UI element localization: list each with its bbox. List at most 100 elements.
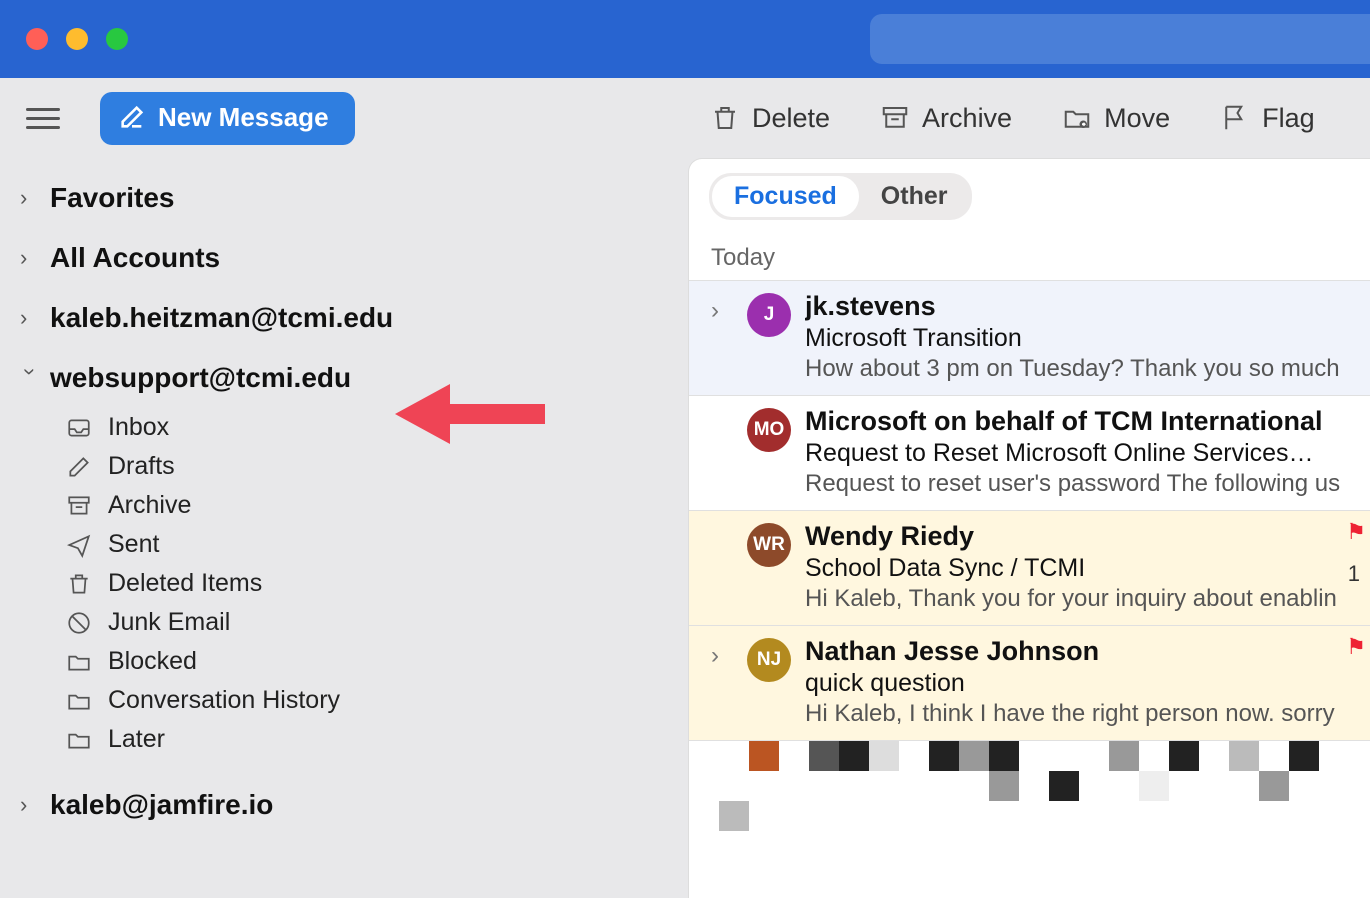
window-controls <box>26 28 128 50</box>
email-subject: School Data Sync / TCMI <box>805 552 1370 583</box>
email-preview: Hi Kaleb, Thank you for your inquiry abo… <box>805 583 1370 613</box>
folder-drafts[interactable]: Drafts <box>66 447 668 486</box>
trash-icon <box>66 571 92 597</box>
all-accounts-label: All Accounts <box>50 242 220 274</box>
message-pane: Focused Other Today › J jk.stevens Micro… <box>688 158 1370 898</box>
folder-label: Conversation History <box>108 686 340 715</box>
main-area: › Favorites › All Accounts › kaleb.heitz… <box>0 158 1370 898</box>
annotation-arrow <box>395 378 545 455</box>
folder-label: Drafts <box>108 452 175 481</box>
move-button[interactable]: Move <box>1062 103 1170 134</box>
close-window-button[interactable] <box>26 28 48 50</box>
avatar: MO <box>747 408 791 452</box>
email-subject: quick question <box>805 667 1370 698</box>
move-label: Move <box>1104 103 1170 134</box>
flag-icon: ⚑ <box>1346 519 1366 545</box>
titlebar <box>0 0 1370 78</box>
junk-icon <box>66 610 92 636</box>
folder-label: Deleted Items <box>108 569 262 598</box>
folder-icon <box>66 727 92 753</box>
flag-icon: ⚑ <box>1346 634 1366 660</box>
sidebar-account-2[interactable]: › kaleb@jamfire.io <box>20 775 668 835</box>
email-item[interactable]: WR Wendy Riedy School Data Sync / TCMI H… <box>689 510 1370 625</box>
chevron-right-icon: › <box>20 792 40 818</box>
spacer <box>711 521 733 613</box>
folder-later[interactable]: Later <box>66 720 668 759</box>
inbox-tabs: Focused Other <box>689 159 1370 220</box>
favorites-label: Favorites <box>50 182 175 214</box>
email-sender: jk.stevens <box>805 291 1370 322</box>
archive-icon <box>880 103 910 133</box>
hamburger-icon[interactable] <box>26 108 60 129</box>
new-message-label: New Message <box>158 102 329 133</box>
avatar: J <box>747 293 791 337</box>
sidebar-favorites[interactable]: › Favorites <box>20 168 668 228</box>
chevron-right-icon[interactable]: › <box>711 291 733 383</box>
chevron-right-icon: › <box>20 185 40 211</box>
flag-button[interactable]: Flag <box>1220 103 1315 134</box>
inbox-icon <box>66 415 92 441</box>
archive-button[interactable]: Archive <box>880 103 1012 134</box>
folder-inbox[interactable]: Inbox <box>66 408 668 447</box>
redacted-content <box>689 740 1370 880</box>
drafts-icon <box>66 454 92 480</box>
folder-label: Blocked <box>108 647 197 676</box>
trash-icon <box>710 103 740 133</box>
search-input[interactable] <box>870 14 1370 64</box>
fullscreen-window-button[interactable] <box>106 28 128 50</box>
folder-label: Junk Email <box>108 608 230 637</box>
sidebar-all-accounts[interactable]: › All Accounts <box>20 228 668 288</box>
email-sender: Nathan Jesse Johnson <box>805 636 1370 667</box>
spacer <box>711 406 733 498</box>
sidebar-account-1[interactable]: › websupport@tcmi.edu <box>20 348 668 408</box>
folder-junk[interactable]: Junk Email <box>66 603 668 642</box>
folder-label: Later <box>108 725 165 754</box>
email-count: 1 <box>1348 561 1360 587</box>
folder-deleted[interactable]: Deleted Items <box>66 564 668 603</box>
chevron-right-icon: › <box>20 305 40 331</box>
folder-label: Inbox <box>108 413 169 442</box>
account-email-label: kaleb.heitzman@tcmi.edu <box>50 302 393 334</box>
tab-focused[interactable]: Focused <box>712 176 859 217</box>
avatar: NJ <box>747 638 791 682</box>
chevron-down-icon: › <box>17 368 43 388</box>
email-preview: Request to reset user's password The fol… <box>805 468 1370 498</box>
folder-blocked[interactable]: Blocked <box>66 642 668 681</box>
top-toolbar: New Message Delete Archive Move Flag <box>0 78 1370 158</box>
email-preview: Hi Kaleb, I think I have the right perso… <box>805 698 1370 728</box>
flag-icon <box>1220 103 1250 133</box>
avatar: WR <box>747 523 791 567</box>
minimize-window-button[interactable] <box>66 28 88 50</box>
sidebar: › Favorites › All Accounts › kaleb.heitz… <box>0 158 688 898</box>
archive-label: Archive <box>922 103 1012 134</box>
flag-label: Flag <box>1262 103 1315 134</box>
folder-archive[interactable]: Archive <box>66 486 668 525</box>
delete-button[interactable]: Delete <box>710 103 830 134</box>
delete-label: Delete <box>752 103 830 134</box>
email-item[interactable]: MO Microsoft on behalf of TCM Internatio… <box>689 395 1370 510</box>
new-message-button[interactable]: New Message <box>100 92 355 145</box>
email-preview: How about 3 pm on Tuesday? Thank you so … <box>805 353 1370 383</box>
email-item[interactable]: › NJ Nathan Jesse Johnson quick question… <box>689 625 1370 740</box>
tab-other[interactable]: Other <box>859 176 970 217</box>
sidebar-account-0[interactable]: › kaleb.heitzman@tcmi.edu <box>20 288 668 348</box>
compose-icon <box>118 103 146 131</box>
section-today: Today <box>689 220 1370 280</box>
folder-label: Archive <box>108 491 191 520</box>
email-subject: Request to Reset Microsoft Online Servic… <box>805 437 1370 468</box>
chevron-right-icon[interactable]: › <box>711 636 733 728</box>
email-sender: Wendy Riedy <box>805 521 1370 552</box>
email-item[interactable]: › J jk.stevens Microsoft Transition How … <box>689 280 1370 395</box>
folder-label: Sent <box>108 530 159 559</box>
folder-sent[interactable]: Sent <box>66 525 668 564</box>
folder-conversation-history[interactable]: Conversation History <box>66 681 668 720</box>
email-subject: Microsoft Transition <box>805 322 1370 353</box>
folder-list: Inbox Drafts Archive Sent Deleted Items … <box>20 408 668 759</box>
account-email-label: websupport@tcmi.edu <box>50 362 351 394</box>
folder-icon <box>66 688 92 714</box>
email-sender: Microsoft on behalf of TCM International <box>805 406 1370 437</box>
chevron-right-icon: › <box>20 245 40 271</box>
move-icon <box>1062 103 1092 133</box>
email-list: › J jk.stevens Microsoft Transition How … <box>689 280 1370 880</box>
folder-icon <box>66 649 92 675</box>
